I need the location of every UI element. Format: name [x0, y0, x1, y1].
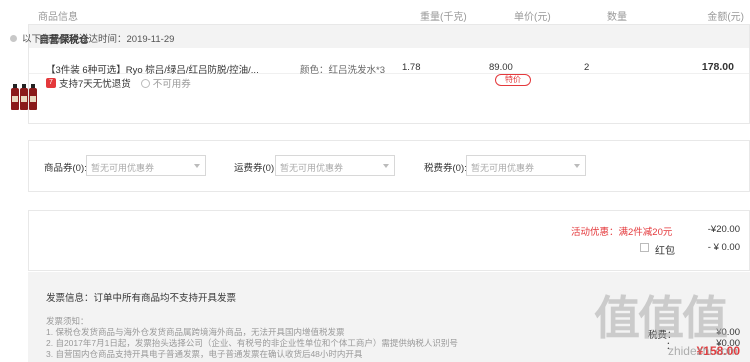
table-header: 商品信息 重量(千克) 单价(元) 数量 金额(元)	[0, 0, 750, 24]
header-qty: 数量	[607, 12, 627, 23]
shipping-coupon-value: 暂无可用优惠券	[280, 163, 344, 173]
watermark-text: zhidezhi.com	[667, 344, 738, 358]
info-dot-icon	[10, 34, 17, 42]
note-1: 1. 保税仓发货商品与海外仓发货商品属跨境海外商品，无法开具国内增值税发票	[46, 327, 345, 337]
header-amount: 金额(元)	[707, 12, 744, 23]
tax-coupon-value: 暂无可用优惠券	[471, 163, 535, 173]
chevron-down-icon	[194, 164, 200, 168]
promo-value: -¥20.00	[707, 224, 740, 235]
promo-label: 活动优惠：满2件减20元	[571, 227, 673, 238]
seven-day-return-icon: 7	[46, 78, 56, 88]
note-3: 3. 自营国内仓商品支持开具电子普通发票，电子普通发票在确认收货后48小时内开具	[46, 349, 363, 359]
tax-coupon-select[interactable]: 暂无可用优惠券	[466, 155, 586, 176]
tax-coupon-label: 税费券(0):	[424, 163, 467, 174]
shipping-coupon-label: 运费券(0):	[234, 163, 277, 174]
product-weight: 1.78	[402, 62, 421, 73]
invoice-notes: 发票须知： 1. 保税仓发货商品与海外仓发货商品属跨境海外商品，无法开具国内增值…	[46, 316, 458, 360]
support-text: 支持7天无忧退货	[59, 79, 131, 90]
product-thumbnail[interactable]	[11, 60, 37, 110]
header-weight: 重量(千克)	[420, 12, 467, 23]
support-row: 7 支持7天无忧退货 不可用券	[46, 76, 191, 90]
redpacket-value: - ¥ 0.00	[707, 242, 740, 253]
header-info: 商品信息	[38, 12, 78, 23]
ship-time-text: 以下商品预计送达时间：2019-11-29	[22, 34, 175, 45]
product-attribute: 颜色：红吕洗发水*3	[300, 65, 385, 76]
shipping-coupon-select[interactable]: 暂无可用优惠券	[275, 155, 395, 176]
note-2: 2. 自2017年7月1日起，发票抬头选择公司（企业、有税号的非企业性单位和个体…	[46, 338, 458, 348]
product-name-link[interactable]: 【3件装 6种可选】Ryo 棕吕/绿吕/红吕防脱/控油/...	[46, 62, 259, 76]
goods-coupon-select[interactable]: 暂无可用优惠券	[86, 155, 206, 176]
discount-panel	[28, 210, 750, 271]
product-qty: 2	[584, 62, 590, 73]
goods-coupon-label: 商品券(0):	[44, 163, 87, 174]
coupon-disabled-icon	[140, 78, 150, 88]
watermark-glyphs: 值值值	[594, 292, 728, 344]
chevron-down-icon	[383, 164, 389, 168]
goods-coupon-value: 暂无可用优惠券	[91, 163, 155, 173]
watermark-logo: 值值值 zhidezhi.com	[594, 282, 744, 362]
bottle-icon	[20, 84, 28, 110]
notes-title: 发票须知：	[46, 316, 89, 326]
bottle-icon	[29, 84, 37, 110]
product-price: 89.00	[489, 62, 513, 73]
redpacket-checkbox[interactable]	[640, 243, 649, 252]
product-amount: 178.00	[701, 61, 734, 73]
redpacket-label[interactable]: 红包	[655, 242, 675, 257]
special-price-tag: 特价	[495, 74, 531, 86]
ship-time-row: 以下商品预计送达时间：2019-11-29	[10, 31, 174, 45]
chevron-down-icon	[574, 164, 580, 168]
invoice-title: 发票信息：订单中所有商品均不支持开具发票	[46, 293, 237, 304]
coupon-unusable-text: 不可用券	[152, 79, 191, 90]
header-price: 单价(元)	[514, 12, 551, 23]
bottle-icon	[11, 84, 19, 110]
